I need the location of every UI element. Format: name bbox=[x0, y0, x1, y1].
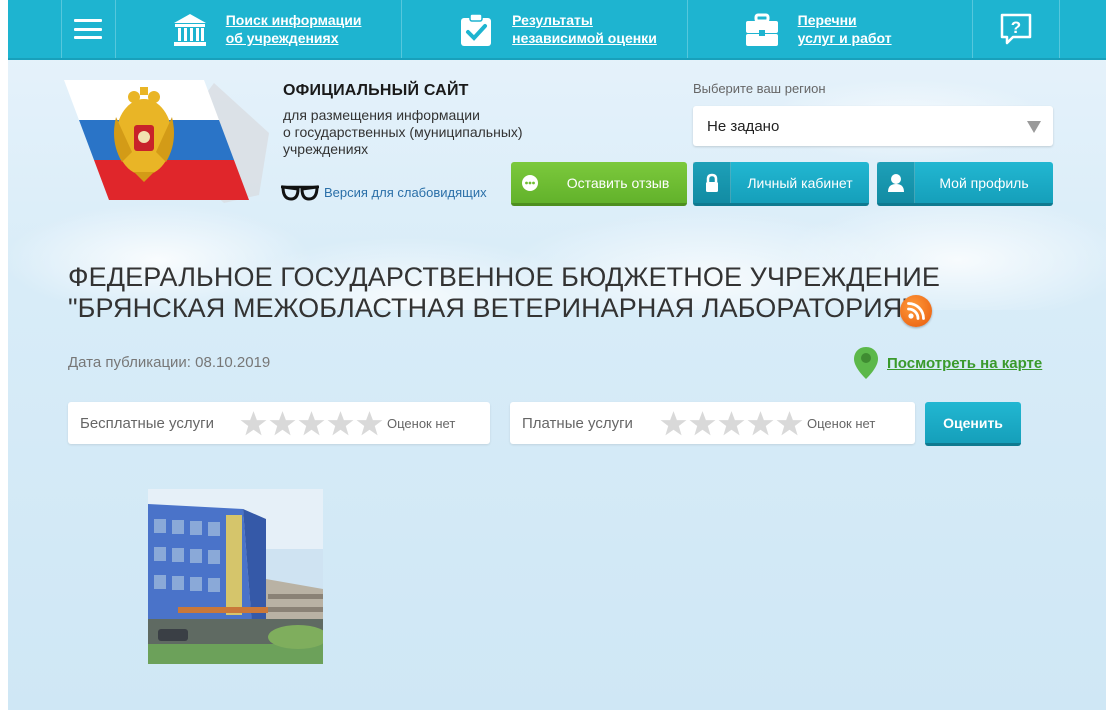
region-select[interactable]: Не задано bbox=[693, 106, 1053, 146]
site-subtitle: для размещения информации о государствен… bbox=[283, 107, 523, 157]
low-vision-link[interactable]: Версия для слабовидящих bbox=[280, 183, 487, 201]
menu-button[interactable] bbox=[61, 0, 116, 58]
free-services-stars[interactable] bbox=[240, 410, 383, 437]
publication-date: Дата публикации: 08.10.2019 bbox=[68, 354, 271, 371]
nav-item-independent-assessment[interactable]: Результаты независимой оценки bbox=[402, 0, 688, 58]
leave-feedback-button[interactable]: Оставить отзыв bbox=[511, 162, 687, 206]
top-nav: Поиск информации об учреждениях Результат… bbox=[8, 0, 1106, 60]
my-profile-button[interactable]: Мой профиль bbox=[877, 162, 1053, 206]
map-pin-icon bbox=[854, 347, 878, 379]
help-icon: ? bbox=[1000, 13, 1032, 45]
svg-text:?: ? bbox=[1011, 18, 1021, 37]
nav-item-service-lists[interactable]: Перечни услуг и работ bbox=[688, 0, 972, 58]
speech-bubble-icon bbox=[511, 162, 549, 203]
help-button[interactable]: ? bbox=[972, 0, 1061, 58]
paid-services-label: Платные услуги bbox=[522, 414, 633, 432]
personal-cabinet-label: Личный кабинет bbox=[747, 174, 853, 191]
free-services-status: Оценок нет bbox=[387, 415, 456, 431]
glasses-icon bbox=[281, 185, 319, 201]
star-icon[interactable] bbox=[718, 410, 745, 437]
view-on-map-link[interactable]: Посмотреть на карте bbox=[853, 346, 1042, 380]
nav-item-search-institutions[interactable]: Поиск информации об учреждениях bbox=[116, 0, 403, 58]
institution-photo bbox=[148, 489, 323, 664]
briefcase-icon bbox=[745, 13, 778, 46]
star-icon[interactable] bbox=[356, 410, 383, 437]
rss-icon[interactable] bbox=[900, 295, 932, 327]
paid-services-rating: Платные услуги Оценок нет bbox=[510, 402, 915, 444]
low-vision-label: Версия для слабовидящих bbox=[324, 184, 487, 200]
paid-services-stars[interactable] bbox=[660, 410, 803, 437]
coat-of-arms-logo bbox=[64, 80, 269, 203]
site-title: ОФИЦИАЛЬНЫЙ САЙТ bbox=[283, 82, 469, 99]
star-icon[interactable] bbox=[327, 410, 354, 437]
star-icon[interactable] bbox=[298, 410, 325, 437]
free-services-rating: Бесплатные услуги Оценок нет bbox=[68, 402, 490, 444]
user-icon bbox=[877, 162, 915, 203]
page: Поиск информации об учреждениях Результат… bbox=[8, 0, 1106, 710]
personal-cabinet-button[interactable]: Личный кабинет bbox=[693, 162, 869, 206]
lock-icon bbox=[693, 162, 731, 203]
region-label: Выберите ваш регион bbox=[693, 81, 826, 96]
institution-title: ФЕДЕРАЛЬНОЕ ГОСУДАРСТВЕННОЕ БЮДЖЕТНОЕ УЧ… bbox=[68, 262, 940, 323]
leave-feedback-label: Оставить отзыв bbox=[566, 174, 670, 191]
star-icon[interactable] bbox=[660, 410, 687, 437]
star-icon[interactable] bbox=[240, 410, 267, 437]
nav-item-label: Результаты независимой оценки bbox=[512, 12, 657, 46]
rate-button[interactable]: Оценить bbox=[925, 402, 1021, 446]
star-icon[interactable] bbox=[689, 410, 716, 437]
nav-item-label: Поиск информации об учреждениях bbox=[225, 12, 362, 46]
region-value: Не задано bbox=[707, 117, 780, 135]
dropdown-arrow-icon bbox=[1027, 121, 1041, 133]
menu-icon bbox=[74, 19, 103, 39]
view-on-map-label: Посмотреть на карте bbox=[887, 354, 1043, 372]
star-icon[interactable] bbox=[776, 410, 803, 437]
nav-item-label: Перечни услуг и работ bbox=[797, 12, 892, 46]
free-services-label: Бесплатные услуги bbox=[80, 414, 214, 432]
my-profile-label: Мой профиль bbox=[939, 174, 1029, 191]
building-icon bbox=[173, 14, 206, 46]
star-icon[interactable] bbox=[747, 410, 774, 437]
clipboard-check-icon bbox=[461, 13, 492, 46]
star-icon[interactable] bbox=[269, 410, 296, 437]
paid-services-status: Оценок нет bbox=[807, 415, 876, 431]
